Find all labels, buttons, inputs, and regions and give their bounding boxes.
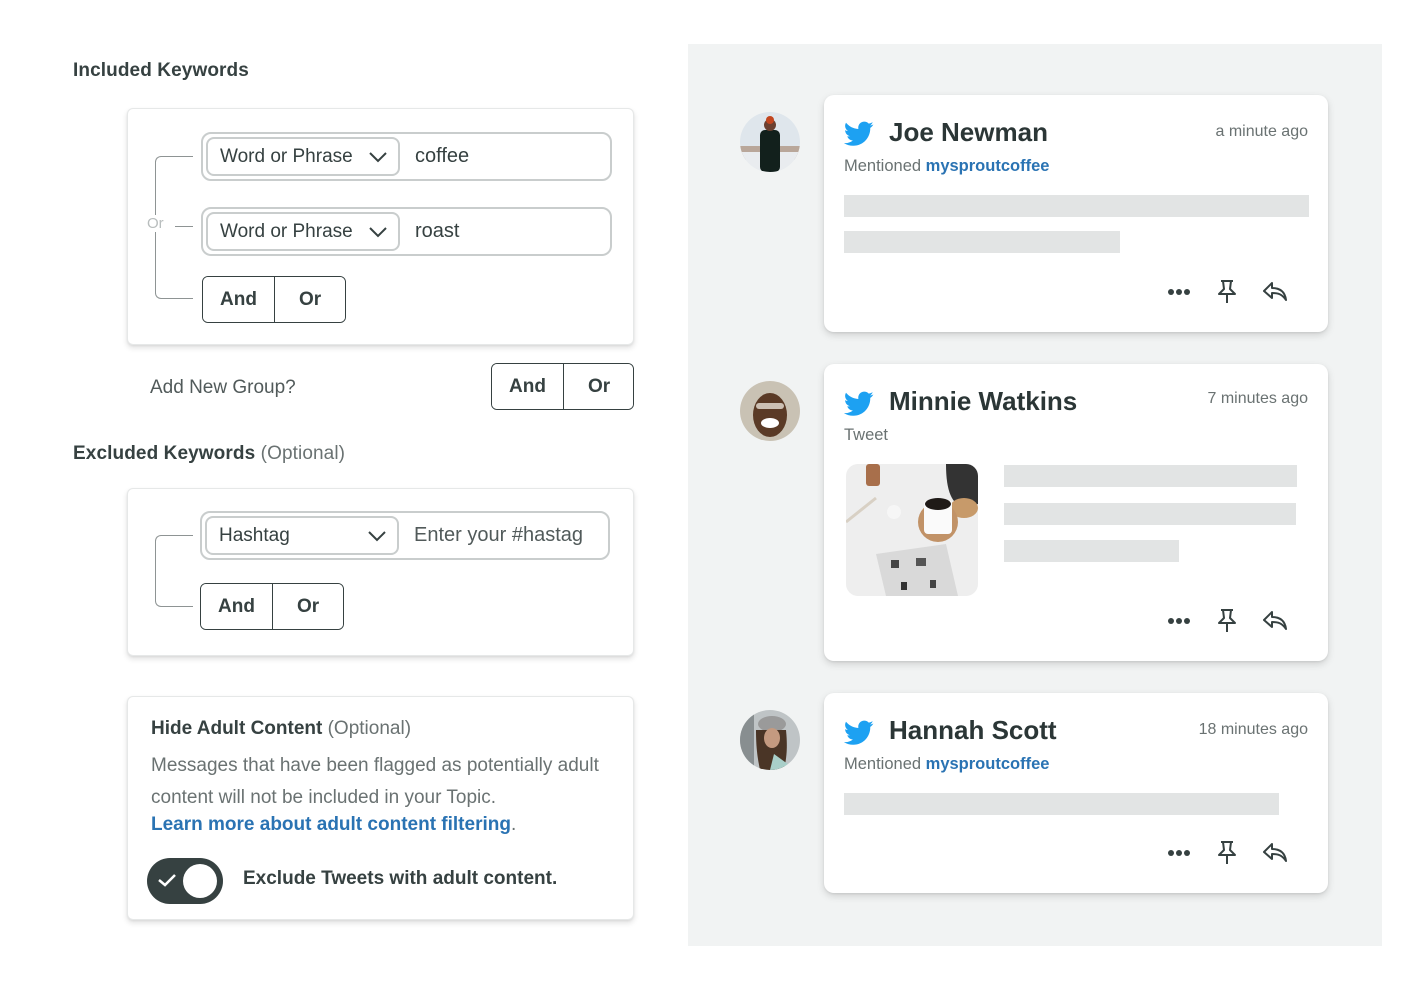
- tweet-photo[interactable]: [846, 464, 978, 596]
- text-placeholder-bar: [844, 793, 1279, 815]
- tweet-actions: [1166, 279, 1288, 305]
- pin-icon[interactable]: [1214, 840, 1240, 866]
- chevron-down-icon: [369, 151, 387, 162]
- keyword-input[interactable]: [415, 134, 600, 179]
- text-placeholder-bar: [1004, 503, 1296, 525]
- adult-content-description: Messages that have been flagged as poten…: [151, 755, 599, 808]
- keyword-type-value: Word or Phrase: [220, 145, 353, 167]
- keyword-input[interactable]: [415, 209, 600, 254]
- tweet-card[interactable]: Hannah Scott 18 minutes ago Mentioned my…: [824, 693, 1328, 893]
- tweet-author[interactable]: Minnie Watkins: [889, 386, 1077, 417]
- keyword-row: Word or Phrase: [201, 207, 612, 256]
- avatar-image: [740, 381, 800, 441]
- learn-more-line: Learn more about adult content filtering…: [151, 814, 516, 836]
- adult-content-title-text: Hide Adult Content: [151, 718, 323, 739]
- adult-content-card: Hide Adult Content (Optional) Messages t…: [127, 696, 634, 920]
- text-placeholder-bar: [844, 231, 1120, 253]
- more-icon[interactable]: [1166, 279, 1192, 305]
- text-placeholder-bar: [1004, 465, 1297, 487]
- tweet-actions: [1166, 608, 1288, 634]
- hashtag-input[interactable]: [414, 513, 598, 558]
- or-connector-label: Or: [145, 215, 166, 232]
- tweet-time: 7 minutes ago: [1207, 390, 1308, 407]
- avatar-minnie-watkins: [740, 381, 800, 441]
- group-bracket: [155, 535, 193, 607]
- add-group-and-or-toggle: And Or: [491, 363, 634, 410]
- avatar-image: [740, 112, 800, 172]
- add-group-and-button[interactable]: And: [492, 364, 564, 409]
- keyword-type-select[interactable]: Hashtag: [205, 516, 399, 555]
- keyword-row: Hashtag: [200, 511, 610, 560]
- excluded-keywords-title: Excluded Keywords (Optional): [73, 443, 345, 465]
- keyword-type-value: Hashtag: [219, 524, 290, 546]
- add-group-or-button[interactable]: Or: [564, 364, 633, 409]
- and-or-toggle: And Or: [200, 583, 344, 630]
- more-icon[interactable]: [1166, 608, 1192, 634]
- tweet-time: a minute ago: [1215, 123, 1308, 140]
- reply-icon[interactable]: [1262, 840, 1288, 866]
- pin-icon[interactable]: [1214, 279, 1240, 305]
- link-suffix: .: [510, 814, 517, 835]
- tweet-subtitle: Tweet: [844, 426, 888, 445]
- tweet-subtitle: Mentioned mysproutcoffee: [844, 157, 1049, 176]
- tweet-subtitle-prefix: Mentioned: [844, 157, 922, 175]
- twitter-bird-icon: [844, 391, 874, 416]
- learn-more-link[interactable]: Learn more about adult content filtering: [151, 814, 511, 835]
- avatar-image: [740, 710, 800, 770]
- exclude-adult-toggle-label: Exclude Tweets with adult content.: [243, 868, 558, 889]
- mentioned-handle-link[interactable]: mysproutcoffee: [926, 157, 1050, 175]
- included-keywords-title-text: Included Keywords: [73, 60, 249, 81]
- included-keywords-title: Included Keywords: [73, 60, 249, 82]
- tweet-card[interactable]: Minnie Watkins 7 minutes ago Tweet: [824, 364, 1328, 661]
- pin-icon[interactable]: [1214, 608, 1240, 634]
- mentioned-handle-link[interactable]: mysproutcoffee: [926, 755, 1050, 773]
- and-button[interactable]: And: [203, 277, 275, 322]
- chevron-down-icon: [369, 226, 387, 237]
- reply-icon[interactable]: [1262, 608, 1288, 634]
- optional-label: (Optional): [260, 443, 346, 464]
- or-connector-tick: [175, 226, 193, 227]
- keyword-type-value: Word or Phrase: [220, 220, 353, 242]
- tweet-subtitle: Mentioned mysproutcoffee: [844, 755, 1049, 774]
- tweet-author[interactable]: Joe Newman: [889, 117, 1048, 148]
- tweet-actions: [1166, 840, 1288, 866]
- coffee-photo-image: [846, 464, 978, 596]
- tweet-time: 18 minutes ago: [1198, 721, 1308, 738]
- more-icon[interactable]: [1166, 840, 1192, 866]
- chevron-down-icon: [368, 530, 386, 541]
- tweet-subtitle-prefix: Tweet: [844, 426, 889, 444]
- or-button[interactable]: Or: [275, 277, 345, 322]
- exclude-adult-toggle[interactable]: [147, 858, 223, 904]
- optional-label: (Optional): [327, 718, 412, 739]
- keyword-type-select[interactable]: Word or Phrase: [206, 137, 400, 176]
- reply-icon[interactable]: [1262, 279, 1288, 305]
- check-icon: [158, 874, 176, 887]
- keyword-type-select[interactable]: Word or Phrase: [206, 212, 400, 251]
- avatar-hannah-scott: [740, 710, 800, 770]
- text-placeholder-bar: [844, 195, 1309, 217]
- and-button[interactable]: And: [201, 584, 273, 629]
- text-placeholder-bar: [1004, 540, 1179, 562]
- tweet-card[interactable]: Joe Newman a minute ago Mentioned myspro…: [824, 95, 1328, 332]
- add-new-group-label: Add New Group?: [150, 377, 296, 398]
- avatar-joe-newman: [740, 112, 800, 172]
- toggle-knob: [183, 864, 217, 898]
- excluded-keywords-title-text: Excluded Keywords: [73, 443, 256, 464]
- twitter-bird-icon: [844, 720, 874, 745]
- tweet-author[interactable]: Hannah Scott: [889, 715, 1057, 746]
- twitter-bird-icon: [844, 121, 874, 146]
- or-button[interactable]: Or: [273, 584, 343, 629]
- tweet-subtitle-prefix: Mentioned: [844, 755, 922, 773]
- and-or-toggle: And Or: [202, 276, 346, 323]
- keyword-row: Word or Phrase: [201, 132, 612, 181]
- included-keywords-card: Or Word or Phrase Word or Phrase And Or: [127, 108, 634, 345]
- excluded-keywords-card: Hashtag And Or: [127, 488, 634, 656]
- adult-content-title: Hide Adult Content (Optional): [151, 718, 411, 740]
